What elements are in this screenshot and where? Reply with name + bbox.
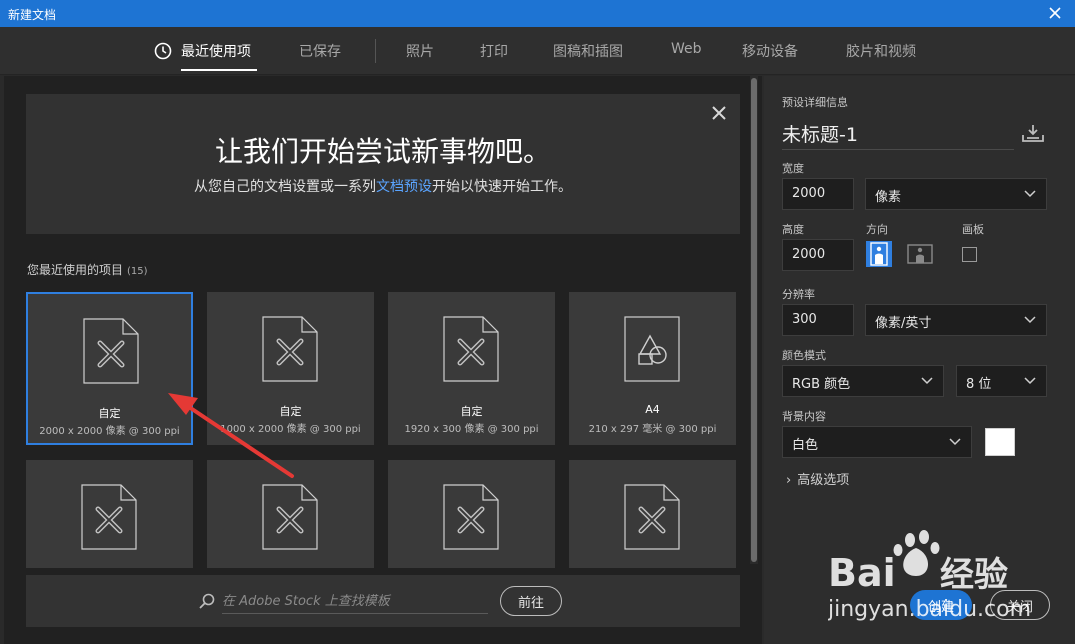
banner-close-icon[interactable] [710,104,728,122]
resolution-unit-value: 像素/英寸 [875,316,932,331]
chevron-right-icon: › [786,473,792,488]
shapes-doc-icon [624,316,680,382]
recent-item-desc: 2000 x 2000 像素 @ 300 ppi [39,426,180,437]
recent-item-card[interactable] [207,460,374,568]
recent-item-card[interactable]: 自定 2000 x 2000 像素 @ 300 ppi [26,292,193,445]
artboard-label: 画板 [962,223,984,236]
tab-web[interactable]: Web [671,41,702,57]
tab-photo[interactable]: 照片 [406,41,434,61]
welcome-banner: 让我们开始尝试新事物吧。 从您自己的文档设置或一系列文档预设开始以快速开始工作。 [26,94,740,234]
chevron-down-icon [949,438,961,446]
save-preset-icon[interactable] [1022,124,1044,142]
recent-item-desc: 210 x 297 毫米 @ 300 ppi [588,424,717,435]
tab-film-video[interactable]: 胶片和视频 [846,41,916,61]
custom-doc-icon [83,318,139,384]
recent-items-count: (15) [127,266,148,277]
tab-print[interactable]: 打印 [480,41,508,61]
custom-doc-icon [262,316,318,382]
recent-item-name: 自定 [98,407,121,420]
preset-details-label: 预设详细信息 [782,96,848,109]
recent-items-title: 您最近使用的项目 [27,263,124,277]
tab-mobile[interactable]: 移动设备 [742,41,798,61]
color-mode-label: 颜色模式 [782,349,826,362]
presets-scrollbar[interactable] [750,76,758,564]
window-title: 新建文档 [8,8,57,22]
width-input[interactable]: 2000 [782,178,854,210]
go-button[interactable]: 前往 [500,586,562,616]
banner-subtitle: 从您自己的文档设置或一系列文档预设开始以快速开始工作。 [26,176,740,196]
banner-sub-after: 开始以快速开始工作。 [432,179,572,195]
color-mode-value: RGB 颜色 [792,377,851,392]
advanced-options-toggle[interactable]: › 高级选项 [786,469,849,488]
width-label: 宽度 [782,162,804,175]
tab-saved[interactable]: 已保存 [299,41,341,61]
banner-headline: 让我们开始尝试新事物吧。 [214,135,551,168]
category-tab-bar: 最近使用项 已保存 照片 打印 图稿和插图 Web 移动设备 胶片和视频 [0,27,1075,75]
resolution-input[interactable]: 300 [782,304,854,336]
color-mode-select[interactable]: RGB 颜色 [782,365,944,397]
custom-doc-icon [443,484,499,550]
recent-item-card[interactable] [26,460,193,568]
recent-items-label: 您最近使用的项目 (15) [27,261,148,278]
recent-item-card[interactable] [388,460,555,568]
create-button[interactable]: 创建 [910,590,972,620]
close-button[interactable]: 关闭 [990,590,1050,620]
background-select[interactable]: 白色 [782,426,972,458]
resolution-unit-select[interactable]: 像素/英寸 [865,304,1047,336]
artboard-checkbox[interactable] [962,247,977,262]
advanced-options-label: 高级选项 [797,473,850,488]
resolution-label: 分辨率 [782,288,815,301]
tab-divider [375,39,376,63]
width-unit-select[interactable]: 像素 [865,178,1047,210]
tab-art-illustration[interactable]: 图稿和插图 [553,41,623,61]
recent-item-desc: 1000 x 2000 像素 @ 300 ppi [220,424,361,435]
chevron-down-icon [1024,190,1036,198]
bit-depth-select[interactable]: 8 位 [956,365,1047,397]
custom-doc-icon [443,316,499,382]
bit-depth-value: 8 位 [966,377,992,392]
clock-icon [154,42,172,60]
recent-item-name: 自定 [460,405,483,418]
window-close-icon[interactable] [1045,3,1065,23]
window-title-bar: 新建文档 [0,0,1075,27]
custom-doc-icon [81,484,137,550]
tab-recent[interactable]: 最近使用项 [181,41,251,61]
active-tab-indicator [181,69,257,71]
chevron-down-icon [921,377,933,385]
background-color-swatch[interactable] [985,428,1015,456]
height-input[interactable]: 2000 [782,239,854,271]
background-value: 白色 [792,438,819,453]
recent-item-desc: 1920 x 300 像素 @ 300 ppi [404,424,539,435]
banner-sub-before: 从您自己的文档设置或一系列 [194,179,376,195]
width-unit-value: 像素 [875,190,902,205]
chevron-down-icon [1024,316,1036,324]
recent-item-card[interactable] [569,460,736,568]
scrollbar-thumb[interactable] [751,78,757,562]
recent-item-name: A4 [645,403,660,416]
landscape-orientation-icon[interactable] [906,240,934,268]
custom-doc-icon [624,484,680,550]
orientation-label: 方向 [866,223,888,236]
chevron-down-icon [1024,377,1036,385]
height-label: 高度 [782,223,804,236]
document-presets-link[interactable]: 文档预设 [376,179,432,195]
recent-item-card[interactable]: 自定 1920 x 300 像素 @ 300 ppi [388,292,555,445]
background-label: 背景内容 [782,410,826,423]
search-icon [199,593,215,609]
recent-item-card[interactable]: A4 210 x 297 毫米 @ 300 ppi [569,292,736,445]
recent-item-card[interactable]: 自定 1000 x 2000 像素 @ 300 ppi [207,292,374,445]
recent-item-name: 自定 [279,405,302,418]
stock-search-input[interactable] [222,590,488,614]
portrait-orientation-icon[interactable] [865,240,893,268]
custom-doc-icon [262,484,318,550]
document-name-field[interactable]: 未标题-1 [782,120,1014,150]
